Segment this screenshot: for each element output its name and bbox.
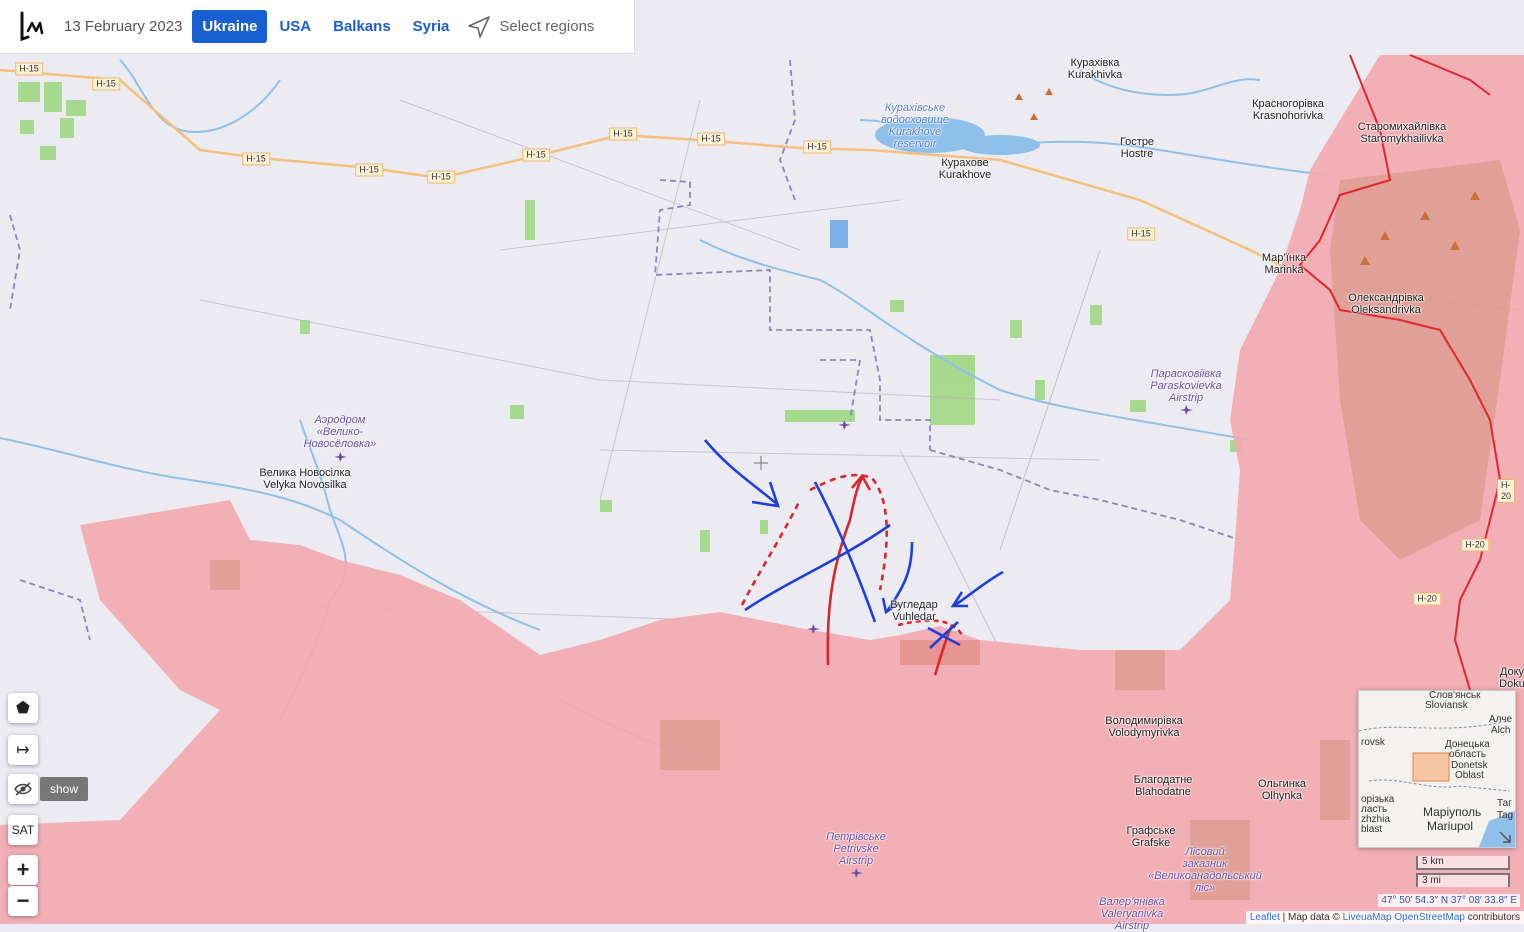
place-marinka: Мар’їнка Marinka — [1261, 252, 1307, 276]
zoom-out-button[interactable]: − — [8, 886, 38, 916]
hide-eye-icon — [14, 782, 32, 796]
minimap-label: Oblast — [1455, 770, 1484, 781]
road-shield: H-15 — [697, 132, 725, 146]
place-vuhledar: Вугледар Vuhledar — [890, 599, 938, 623]
minimap-label: область — [1449, 749, 1487, 760]
tab-syria[interactable]: Syria — [403, 10, 460, 43]
tab-balkans[interactable]: Balkans — [323, 10, 401, 43]
place-oleksandrivka: Олександрівка Oleksandrivka — [1348, 292, 1424, 316]
scale-km: 5 km — [1416, 856, 1510, 870]
select-regions-label: Select regions — [499, 18, 595, 35]
cursor-coordinates: 47° 50′ 54.3″ N 37° 08′ 33.8″ E — [1378, 894, 1520, 907]
ukrainian-arrows — [704, 439, 1004, 649]
place-hostre: Гостре Hostre — [1119, 136, 1155, 160]
attribution-contributors: contributors — [1464, 912, 1520, 923]
minimap-label: Sloviansk — [1425, 700, 1468, 711]
road-shield: H-15 — [522, 148, 550, 162]
navigation-arrow-icon — [468, 15, 491, 38]
road-shield: H-15 — [803, 140, 831, 154]
road-shield: H-15 — [15, 62, 43, 76]
attribution-text: | Map data © — [1279, 912, 1343, 923]
place-lisovyi: Лісовий заказник «Великоанадольський ліс» — [1148, 846, 1262, 894]
minimap-label: blast — [1361, 824, 1383, 835]
minimap-label: Mariupol — [1427, 819, 1474, 833]
road-shield: H-15 — [242, 152, 270, 166]
place-olhynka: Ольгинка Olhynka — [1258, 778, 1306, 802]
crosshair-icon — [754, 456, 768, 470]
liveuamap-link[interactable]: LiveuaMap — [1343, 912, 1392, 923]
place-staromykhailivka: Старомихайлівка Staromykhailivka — [1357, 121, 1447, 145]
road-shield: H-15 — [427, 170, 455, 184]
minimap-label: Tag — [1497, 810, 1514, 821]
place-kurakhove: Курахове Kurakhove — [938, 157, 992, 181]
place-aerodrom: Аэродром «Велико- Новосёловка» — [303, 414, 377, 450]
select-regions-button[interactable]: Select regions — [467, 15, 594, 39]
road-shield: H-15 — [92, 77, 120, 91]
place-kurakhivka: Курахівка Kurakhivka — [1067, 57, 1123, 81]
minimap[interactable]: Слов'янськ Sloviansk Алче Alch rovsk Дон… — [1358, 690, 1516, 848]
road-shield: H-15 — [355, 163, 383, 177]
minimap-label: Маріуполь — [1423, 805, 1482, 819]
tab-ukraine[interactable]: Ukraine — [192, 10, 268, 43]
measure-button[interactable]: ↦ — [8, 735, 38, 765]
place-blahodatne: Благодатне Blahodatne — [1133, 774, 1193, 798]
place-paraskovievka: Парасковіївка Paraskovievka Airstrip — [1150, 368, 1222, 404]
measure-icon: ↦ — [16, 742, 30, 759]
hide-layers-button[interactable] — [8, 774, 38, 804]
top-bar: 13 February 2023 Ukraine USA Balkans Syr… — [0, 0, 635, 54]
minimap-label: Алче — [1489, 714, 1513, 725]
polygon-icon: ⬟ — [16, 700, 30, 717]
attribution: Leaflet | Map data © LiveuaMap OpenStree… — [1245, 911, 1524, 924]
road-shield: H-20 — [1413, 592, 1441, 606]
map-canvas[interactable]: Курахівка Kurakhivka Курахівське водосхови… — [0, 0, 1524, 932]
place-velyka-novosilka: Велика Новосілка Velyka Novosilka — [259, 467, 351, 491]
place-krasnohorivka: Красногорівка Krasnohorivka — [1252, 98, 1324, 122]
reservoir-tail — [960, 135, 1040, 155]
date-label[interactable]: 13 February 2023 — [64, 18, 182, 35]
minimap-label: rovsk — [1361, 737, 1385, 748]
liveuamap-logo-icon[interactable] — [16, 9, 52, 45]
minimap-label: Таг — [1497, 798, 1512, 809]
road-shield: H-20 — [1461, 538, 1489, 552]
tab-usa[interactable]: USA — [269, 10, 321, 43]
place-reservoir: Курахівське водосховище Kurakhove reservoir — [881, 102, 949, 150]
minimap-toggle-icon[interactable] — [1499, 831, 1511, 843]
road-shield: H-15 — [1127, 227, 1155, 241]
place-valeryanivka: Валер’янівка Valeryanivka Airstrip — [1099, 896, 1165, 932]
road-shield: H-20 — [1496, 479, 1516, 503]
place-doku: Доку Doku — [1499, 666, 1524, 690]
minimap-label: Alch — [1491, 725, 1511, 736]
leaflet-link[interactable]: Leaflet — [1250, 912, 1280, 923]
osm-link[interactable]: OpenStreetMap — [1394, 912, 1465, 923]
place-volodymyrivka: Володимирівка Volodymyrivka — [1105, 715, 1183, 739]
scale-mi: 3 mi — [1416, 873, 1510, 887]
road-shield: H-15 — [609, 127, 637, 141]
zoom-in-button[interactable]: + — [8, 855, 38, 885]
place-petrivske: Петрівське Petrivske Airstrip — [826, 831, 886, 867]
show-tooltip[interactable]: show — [40, 777, 89, 801]
satellite-button[interactable]: SAT — [8, 815, 38, 845]
draw-polygon-button[interactable]: ⬟ — [8, 693, 38, 723]
